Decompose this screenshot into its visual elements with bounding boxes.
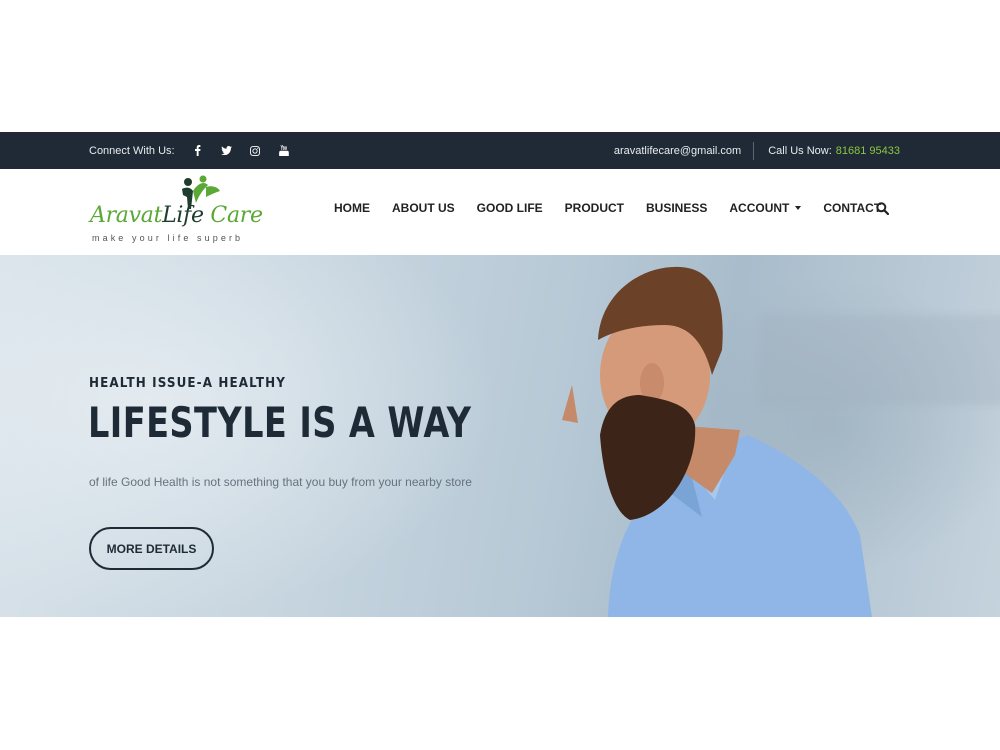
nav-label: BUSINESS (646, 201, 708, 215)
twitter-icon[interactable] (212, 132, 241, 169)
nav-item-product[interactable]: PRODUCT (565, 201, 624, 215)
nav-label: PRODUCT (564, 201, 625, 215)
hero-banner: HEALTH ISSUE-A HEALTHY LIFESTYLE IS A WA… (0, 255, 1000, 617)
social-links: Connect With Us: (89, 132, 299, 169)
more-details-button[interactable]: MORE DETAILS (89, 527, 214, 570)
brand-name-part3: Care (210, 203, 263, 228)
nav-item-business[interactable]: BUSINESS (646, 201, 707, 215)
nav-item-home[interactable]: HOME (334, 201, 370, 215)
hero-headline: LIFESTYLE IS A WAY (88, 398, 472, 447)
nav-item-contact[interactable]: CONTACT (823, 201, 881, 215)
nav-label: HOME (334, 201, 370, 215)
nav-item-good-life[interactable]: GOOD LIFE (477, 201, 543, 215)
nav-item-about-us[interactable]: ABOUT US (392, 201, 455, 215)
youtube-icon[interactable] (270, 132, 299, 169)
phone-link[interactable]: 81681 95433 (836, 145, 900, 157)
brand-name-part1: Aravat (90, 203, 163, 228)
hero-subtext: of life Good Health is not something tha… (89, 475, 472, 489)
brand-name-part2: Life (162, 203, 204, 228)
brand-logo[interactable]: AravatLife Care make your life superb (88, 175, 263, 247)
caret-down-icon (795, 206, 802, 210)
nav-label: CONTACT (823, 201, 882, 215)
contact-info: aravatlifecare@gmail.com Call Us Now: 81… (614, 132, 900, 169)
hero-man-image (562, 266, 872, 617)
instagram-icon[interactable] (241, 132, 270, 169)
facebook-icon[interactable] (183, 132, 212, 169)
topbar-divider (753, 141, 755, 160)
hero-eyebrow: HEALTH ISSUE-A HEALTHY (89, 376, 287, 391)
nav-item-account[interactable]: ACCOUNT (729, 201, 802, 215)
top-bar: Connect With Us: aravatlifecare@gmail.co… (0, 132, 1000, 169)
brand-name: AravatLife Care (90, 203, 263, 228)
search-icon[interactable] (876, 202, 890, 216)
main-navbar: AravatLife Care make your life superb HO… (0, 169, 1000, 255)
connect-label: Connect With Us: (89, 144, 175, 157)
nav-label: ACCOUNT (729, 201, 790, 215)
nav-label: GOOD LIFE (476, 201, 543, 215)
nav-label: ABOUT US (392, 201, 455, 215)
email-link[interactable]: aravatlifecare@gmail.com (614, 145, 741, 157)
primary-nav: HOME ABOUT US GOOD LIFE PRODUCT BUSINESS… (334, 169, 903, 247)
call-label: Call Us Now: (768, 144, 832, 157)
brand-tagline: make your life superb (92, 233, 244, 243)
